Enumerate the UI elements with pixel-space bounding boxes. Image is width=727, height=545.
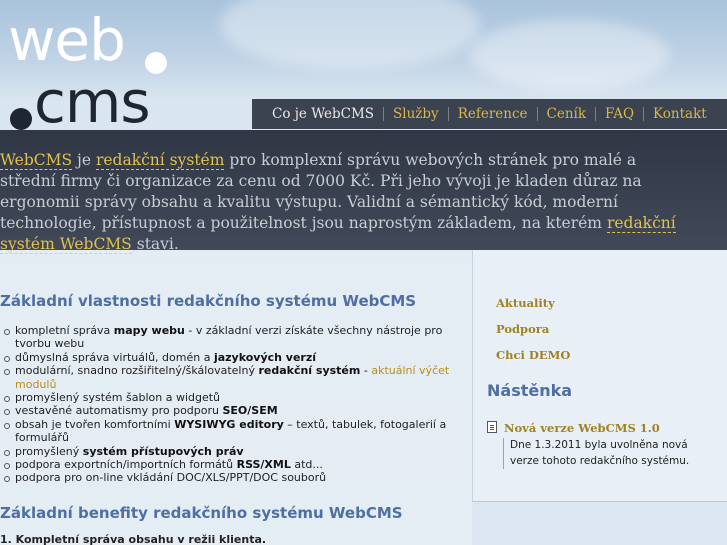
- list-item: promyšlený systém přístupových práv: [0, 445, 465, 458]
- list-item: obsah je tvořen komfortními WYSIWYG edit…: [0, 418, 465, 445]
- feature-text: promyšlený: [15, 444, 83, 458]
- feature-bold: redakční systém: [258, 364, 361, 378]
- sidebar-link-chci-demo[interactable]: Chci DEMO: [496, 348, 570, 362]
- feature-bold: WYSIWYG editory: [174, 417, 284, 431]
- features-list: kompletní správa mapy webu - v základní …: [0, 324, 465, 485]
- intro-paragraph: WebCMS je redakční systém pro komplexní …: [0, 150, 690, 255]
- list-item: promyšlený systém šablon a widgetů: [0, 391, 465, 404]
- sidebar-link-aktuality[interactable]: Aktuality: [496, 296, 555, 310]
- redakcni-system-link[interactable]: redakční systém: [95, 151, 225, 170]
- nav-faq[interactable]: FAQ: [596, 106, 643, 122]
- list-item: vestavěné automatismy pro podporu SEO/SE…: [0, 404, 465, 417]
- feature-text: podpora exportních/importních formátů: [15, 458, 237, 472]
- list-item: podpora exportních/importních formátů RS…: [0, 458, 465, 471]
- feature-text: modulární, snadno rozšiřitelný/škálovate…: [15, 364, 259, 378]
- document-icon: [487, 421, 497, 433]
- list-item: důmyslná správa virtuálů, domén a jazyko…: [0, 351, 465, 364]
- board-heading: Nástěnka: [487, 381, 573, 400]
- logo-dot: [10, 108, 32, 130]
- feature-text: promyšlený systém šablon a widgetů: [15, 391, 221, 405]
- webcms-logo[interactable]: web cms: [8, 6, 178, 134]
- webcms-link[interactable]: WebCMS: [0, 151, 73, 170]
- feature-text: vestavěné automatismy pro podporu: [15, 404, 223, 418]
- list-item: podpora pro on-line vkládání DOC/XLS/PPT…: [0, 471, 465, 484]
- feature-text: atd...: [290, 458, 323, 472]
- feature-text: kompletní správa: [15, 324, 114, 337]
- feature-bold: mapy webu: [113, 324, 185, 337]
- main-nav: Co je WebCMS Služby Reference Ceník FAQ …: [252, 99, 727, 129]
- list-item: modulární, snadno rozšiřitelný/škálovate…: [0, 364, 465, 391]
- list-item: kompletní správa mapy webu - v základní …: [0, 324, 465, 351]
- feature-text: -: [360, 364, 372, 378]
- benefit-text: Kompletní správa obsahu v režii klienta.: [15, 533, 267, 545]
- news-body: Dne 1.3.2011 byla uvolněna nová verze to…: [503, 438, 708, 469]
- feature-text: obsah je tvořen komfortními: [15, 417, 175, 431]
- benefits-heading: Základní benefity redakčního systému Web…: [0, 504, 403, 522]
- intro-text: je: [72, 151, 96, 169]
- feature-text: podpora pro on-line vkládání DOC/XLS/PPT…: [15, 471, 327, 485]
- nav-sluzby[interactable]: Služby: [384, 106, 448, 122]
- feature-text: důmyslná správa virtuálů, domén a: [15, 350, 214, 364]
- logo-web-text: web: [8, 6, 126, 74]
- feature-bold: jazykových verzí: [213, 350, 317, 364]
- sidebar-link-podpora[interactable]: Podpora: [496, 322, 549, 336]
- cloud-decoration: [470, 20, 670, 90]
- news-title-link[interactable]: Nová verze WebCMS 1.0: [504, 421, 660, 435]
- benefit-item: 1. Kompletní správa obsahu v režii klien…: [0, 533, 267, 545]
- feature-bold: RSS/XML: [236, 458, 291, 472]
- nav-reference[interactable]: Reference: [449, 106, 537, 122]
- feature-bold: SEO/SEM: [222, 404, 278, 418]
- features-heading: Základní vlastnosti redakčního systému W…: [0, 292, 417, 310]
- feature-bold: systém přístupových práv: [82, 444, 244, 458]
- nav-kontakt[interactable]: Kontakt: [644, 106, 716, 122]
- nav-cenik[interactable]: Ceník: [538, 106, 596, 122]
- logo-cms-text: cms: [34, 68, 151, 136]
- cloud-decoration: [220, 0, 480, 70]
- nav-co-je-webcms[interactable]: Co je WebCMS: [264, 106, 383, 122]
